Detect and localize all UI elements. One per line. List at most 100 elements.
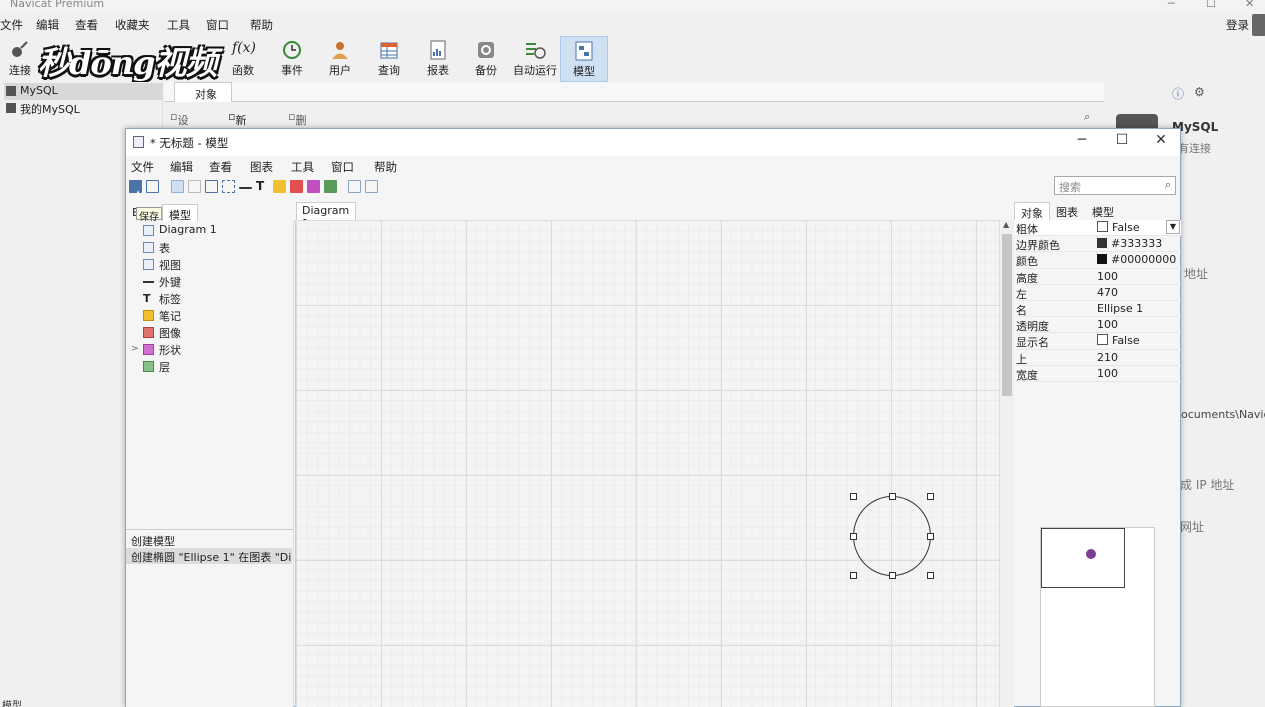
menu-view[interactable]: 查看 [75,17,98,33]
pointer-icon[interactable] [171,180,184,193]
info-icon[interactable]: ⓘ [1172,85,1184,102]
resize-handle[interactable] [850,533,857,540]
property-row[interactable]: 上 210 [1014,350,1181,366]
menu-file[interactable]: 文件 [0,17,23,33]
property-row[interactable]: 显示名 False [1014,333,1181,350]
model-icon [575,41,593,61]
tree-item-tables[interactable]: 表 [143,240,170,256]
menu-favorites[interactable]: 收藏夹 [115,17,150,33]
design-model-button[interactable]: ▫ 设计模型 [170,110,188,175]
layer-tool-icon[interactable] [324,180,337,193]
menu-diagram[interactable]: 图表 [250,159,273,175]
tab-diagram[interactable]: Diagram 1 [296,202,356,230]
report-button[interactable]: 报表 [423,36,453,82]
note-tool-icon[interactable] [273,180,286,193]
menu-file[interactable]: 文件 [131,159,154,175]
tree-item-labels[interactable]: T 标签 [143,291,181,307]
new-model-button[interactable]: ▫ 新建模型 [228,110,246,175]
chevron-down-icon[interactable]: ▼ [1166,220,1180,234]
checkbox[interactable] [1097,334,1108,346]
property-row[interactable]: 透明度 100 [1014,317,1181,334]
image-tool-icon[interactable] [290,180,303,193]
menu-tools[interactable]: 工具 [167,17,190,33]
view-tool-icon[interactable] [222,180,235,193]
history-item[interactable]: 创建椭圆 "Ellipse 1" 在图表 "Diagr [126,548,292,564]
tree-item-notes[interactable]: 笔记 [143,308,181,324]
resize-handle[interactable] [850,572,857,579]
overview-preview[interactable] [1040,527,1155,707]
login-link[interactable]: 登录 [1226,17,1249,33]
tree-item-foreign-keys[interactable]: 外键 [143,274,181,290]
tree-item-views[interactable]: 视图 [143,257,181,273]
align-icon[interactable] [348,180,361,193]
property-row[interactable]: 宽度 100 [1014,366,1181,382]
shape-tool-icon[interactable] [307,180,320,193]
search-icon[interactable]: ⌕ [1084,110,1090,124]
expand-arrow-icon[interactable]: > [131,344,139,354]
table-tool-icon[interactable] [205,180,218,193]
connection-item[interactable]: 我的MySQL [4,100,162,117]
tree-label: 标签 [159,293,181,306]
property-row[interactable]: 边界颜色 #333333 [1014,236,1181,253]
menu-view[interactable]: 查看 [209,159,232,175]
delete-model-button[interactable]: ▫ 删除模型 [288,110,306,175]
user-button[interactable]: 用户 [325,36,355,82]
foreign-key-tool-icon[interactable] [239,187,252,189]
resize-handle[interactable] [927,572,934,579]
search-icon[interactable]: ⌕ [1165,178,1171,192]
scrollbar-thumb[interactable] [1002,234,1012,396]
tab-model-props[interactable]: 模型 [1086,202,1120,220]
tab-objects[interactable]: 对象 [174,82,232,102]
property-row[interactable]: 高度 100 [1014,269,1181,285]
tab-model[interactable]: 模型 [162,204,198,222]
backup-button[interactable]: 备份 [471,36,501,82]
avatar[interactable] [1252,14,1265,36]
vertical-scrollbar[interactable]: ▲ [999,220,1014,707]
menu-edit[interactable]: 编辑 [170,159,193,175]
property-row[interactable]: 左 470 [1014,285,1181,301]
property-row[interactable]: 颜色 #00000000 [1014,252,1181,269]
menu-help[interactable]: 帮助 [374,159,397,175]
tree-item-images[interactable]: 图像 [143,325,181,341]
minimize-icon[interactable]: ─ [1068,132,1096,152]
menu-help[interactable]: 帮助 [250,17,273,33]
close-icon[interactable]: ✕ [1147,132,1175,152]
model-button[interactable]: 模型 [560,36,608,82]
close-icon[interactable]: ✕ [1245,0,1254,10]
distribute-icon[interactable] [365,180,378,193]
diagram-canvas[interactable] [295,220,999,707]
property-row[interactable]: 名 Ellipse 1 [1014,301,1181,318]
resize-handle[interactable] [927,493,934,500]
menu-window[interactable]: 窗口 [206,17,229,33]
resize-handle[interactable] [927,533,934,540]
viewport-frame[interactable] [1041,528,1125,588]
tree-item-layers[interactable]: 层 [143,359,170,375]
hand-icon[interactable] [188,180,201,193]
resize-handle[interactable] [889,493,896,500]
tree-item-diagram[interactable]: Diagram 1 [143,223,217,239]
ellipse-shape[interactable] [853,496,931,576]
settings-icon[interactable]: ⚙ [1194,85,1205,99]
event-button[interactable]: 事件 [277,36,307,82]
maximize-icon[interactable]: ☐ [1206,0,1216,10]
tab-object[interactable]: 对象 [1014,202,1050,220]
menu-window[interactable]: 窗口 [331,159,354,175]
resize-handle[interactable] [850,493,857,500]
chevron-up-icon[interactable]: ▲ [1003,220,1009,229]
label-tool-icon[interactable]: T [256,180,269,193]
maximize-icon[interactable]: ☐ [1108,132,1136,152]
save-as-icon[interactable] [146,180,159,193]
query-button[interactable]: 查询 [374,36,404,82]
tab-diagram-props[interactable]: 图表 [1050,202,1084,220]
minimize-icon[interactable]: ─ [1168,0,1175,10]
menu-tools[interactable]: 工具 [291,159,314,175]
search-input[interactable]: 搜索 ⌕ [1054,176,1176,195]
connection-item[interactable]: MySQL [4,83,162,100]
connect-button[interactable]: 连接 [2,36,38,82]
menu-edit[interactable]: 编辑 [36,17,59,33]
checkbox[interactable] [1097,221,1108,232]
resize-handle[interactable] [889,572,896,579]
automation-button[interactable]: 自动运行 [512,36,558,82]
tree-item-shapes[interactable]: 形状 [143,342,181,358]
property-row[interactable]: 粗体 False ▼ [1014,220,1181,237]
